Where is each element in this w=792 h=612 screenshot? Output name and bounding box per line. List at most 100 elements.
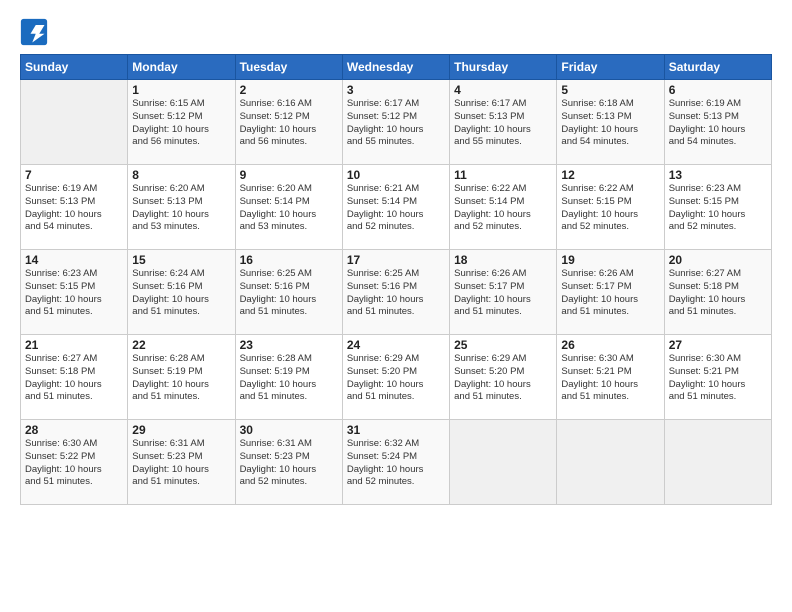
day-info: Sunrise: 6:20 AM Sunset: 5:14 PM Dayligh… bbox=[240, 183, 338, 234]
calendar-cell: 7Sunrise: 6:19 AM Sunset: 5:13 PM Daylig… bbox=[21, 165, 128, 250]
calendar-cell: 31Sunrise: 6:32 AM Sunset: 5:24 PM Dayli… bbox=[342, 420, 449, 505]
weekday-header-tuesday: Tuesday bbox=[235, 55, 342, 80]
weekday-header-saturday: Saturday bbox=[664, 55, 771, 80]
calendar-cell: 27Sunrise: 6:30 AM Sunset: 5:21 PM Dayli… bbox=[664, 335, 771, 420]
day-info: Sunrise: 6:30 AM Sunset: 5:22 PM Dayligh… bbox=[25, 438, 123, 489]
day-info: Sunrise: 6:16 AM Sunset: 5:12 PM Dayligh… bbox=[240, 98, 338, 149]
calendar-cell: 20Sunrise: 6:27 AM Sunset: 5:18 PM Dayli… bbox=[664, 250, 771, 335]
day-info: Sunrise: 6:25 AM Sunset: 5:16 PM Dayligh… bbox=[347, 268, 445, 319]
calendar-week-4: 21Sunrise: 6:27 AM Sunset: 5:18 PM Dayli… bbox=[21, 335, 772, 420]
day-info: Sunrise: 6:23 AM Sunset: 5:15 PM Dayligh… bbox=[25, 268, 123, 319]
calendar-cell: 17Sunrise: 6:25 AM Sunset: 5:16 PM Dayli… bbox=[342, 250, 449, 335]
day-number: 14 bbox=[25, 253, 123, 267]
calendar-cell: 28Sunrise: 6:30 AM Sunset: 5:22 PM Dayli… bbox=[21, 420, 128, 505]
calendar-cell bbox=[21, 80, 128, 165]
calendar-week-1: 1Sunrise: 6:15 AM Sunset: 5:12 PM Daylig… bbox=[21, 80, 772, 165]
calendar-cell: 6Sunrise: 6:19 AM Sunset: 5:13 PM Daylig… bbox=[664, 80, 771, 165]
weekday-header-sunday: Sunday bbox=[21, 55, 128, 80]
calendar-cell: 9Sunrise: 6:20 AM Sunset: 5:14 PM Daylig… bbox=[235, 165, 342, 250]
day-number: 17 bbox=[347, 253, 445, 267]
day-info: Sunrise: 6:19 AM Sunset: 5:13 PM Dayligh… bbox=[25, 183, 123, 234]
day-number: 8 bbox=[132, 168, 230, 182]
calendar-cell: 4Sunrise: 6:17 AM Sunset: 5:13 PM Daylig… bbox=[450, 80, 557, 165]
calendar-week-2: 7Sunrise: 6:19 AM Sunset: 5:13 PM Daylig… bbox=[21, 165, 772, 250]
calendar-table: SundayMondayTuesdayWednesdayThursdayFrid… bbox=[20, 54, 772, 505]
calendar-cell bbox=[557, 420, 664, 505]
logo-icon bbox=[20, 18, 48, 46]
day-number: 6 bbox=[669, 83, 767, 97]
calendar-cell: 19Sunrise: 6:26 AM Sunset: 5:17 PM Dayli… bbox=[557, 250, 664, 335]
day-number: 13 bbox=[669, 168, 767, 182]
calendar-cell: 15Sunrise: 6:24 AM Sunset: 5:16 PM Dayli… bbox=[128, 250, 235, 335]
calendar-cell: 21Sunrise: 6:27 AM Sunset: 5:18 PM Dayli… bbox=[21, 335, 128, 420]
day-number: 1 bbox=[132, 83, 230, 97]
day-number: 7 bbox=[25, 168, 123, 182]
day-number: 11 bbox=[454, 168, 552, 182]
weekday-header-wednesday: Wednesday bbox=[342, 55, 449, 80]
day-info: Sunrise: 6:25 AM Sunset: 5:16 PM Dayligh… bbox=[240, 268, 338, 319]
day-info: Sunrise: 6:22 AM Sunset: 5:14 PM Dayligh… bbox=[454, 183, 552, 234]
calendar-cell: 8Sunrise: 6:20 AM Sunset: 5:13 PM Daylig… bbox=[128, 165, 235, 250]
calendar-cell: 16Sunrise: 6:25 AM Sunset: 5:16 PM Dayli… bbox=[235, 250, 342, 335]
calendar-cell: 5Sunrise: 6:18 AM Sunset: 5:13 PM Daylig… bbox=[557, 80, 664, 165]
day-number: 23 bbox=[240, 338, 338, 352]
day-info: Sunrise: 6:19 AM Sunset: 5:13 PM Dayligh… bbox=[669, 98, 767, 149]
day-info: Sunrise: 6:30 AM Sunset: 5:21 PM Dayligh… bbox=[561, 353, 659, 404]
day-number: 2 bbox=[240, 83, 338, 97]
day-info: Sunrise: 6:26 AM Sunset: 5:17 PM Dayligh… bbox=[454, 268, 552, 319]
calendar-cell: 12Sunrise: 6:22 AM Sunset: 5:15 PM Dayli… bbox=[557, 165, 664, 250]
weekday-header-thursday: Thursday bbox=[450, 55, 557, 80]
calendar-cell: 13Sunrise: 6:23 AM Sunset: 5:15 PM Dayli… bbox=[664, 165, 771, 250]
day-info: Sunrise: 6:29 AM Sunset: 5:20 PM Dayligh… bbox=[454, 353, 552, 404]
day-info: Sunrise: 6:17 AM Sunset: 5:12 PM Dayligh… bbox=[347, 98, 445, 149]
day-number: 24 bbox=[347, 338, 445, 352]
day-number: 31 bbox=[347, 423, 445, 437]
calendar-cell: 23Sunrise: 6:28 AM Sunset: 5:19 PM Dayli… bbox=[235, 335, 342, 420]
calendar-week-5: 28Sunrise: 6:30 AM Sunset: 5:22 PM Dayli… bbox=[21, 420, 772, 505]
day-number: 27 bbox=[669, 338, 767, 352]
day-info: Sunrise: 6:17 AM Sunset: 5:13 PM Dayligh… bbox=[454, 98, 552, 149]
day-number: 15 bbox=[132, 253, 230, 267]
calendar-cell: 3Sunrise: 6:17 AM Sunset: 5:12 PM Daylig… bbox=[342, 80, 449, 165]
day-number: 22 bbox=[132, 338, 230, 352]
weekday-header-monday: Monday bbox=[128, 55, 235, 80]
calendar-cell: 26Sunrise: 6:30 AM Sunset: 5:21 PM Dayli… bbox=[557, 335, 664, 420]
weekday-header-friday: Friday bbox=[557, 55, 664, 80]
calendar-cell: 1Sunrise: 6:15 AM Sunset: 5:12 PM Daylig… bbox=[128, 80, 235, 165]
calendar-cell: 18Sunrise: 6:26 AM Sunset: 5:17 PM Dayli… bbox=[450, 250, 557, 335]
calendar-cell: 30Sunrise: 6:31 AM Sunset: 5:23 PM Dayli… bbox=[235, 420, 342, 505]
calendar-cell: 29Sunrise: 6:31 AM Sunset: 5:23 PM Dayli… bbox=[128, 420, 235, 505]
day-info: Sunrise: 6:28 AM Sunset: 5:19 PM Dayligh… bbox=[132, 353, 230, 404]
header bbox=[20, 18, 772, 46]
day-info: Sunrise: 6:27 AM Sunset: 5:18 PM Dayligh… bbox=[669, 268, 767, 319]
day-number: 28 bbox=[25, 423, 123, 437]
day-number: 19 bbox=[561, 253, 659, 267]
day-info: Sunrise: 6:22 AM Sunset: 5:15 PM Dayligh… bbox=[561, 183, 659, 234]
day-number: 20 bbox=[669, 253, 767, 267]
day-info: Sunrise: 6:28 AM Sunset: 5:19 PM Dayligh… bbox=[240, 353, 338, 404]
calendar-cell: 2Sunrise: 6:16 AM Sunset: 5:12 PM Daylig… bbox=[235, 80, 342, 165]
day-number: 29 bbox=[132, 423, 230, 437]
weekday-header-row: SundayMondayTuesdayWednesdayThursdayFrid… bbox=[21, 55, 772, 80]
calendar-cell: 24Sunrise: 6:29 AM Sunset: 5:20 PM Dayli… bbox=[342, 335, 449, 420]
calendar-cell bbox=[664, 420, 771, 505]
day-number: 5 bbox=[561, 83, 659, 97]
calendar-cell bbox=[450, 420, 557, 505]
day-info: Sunrise: 6:23 AM Sunset: 5:15 PM Dayligh… bbox=[669, 183, 767, 234]
day-info: Sunrise: 6:31 AM Sunset: 5:23 PM Dayligh… bbox=[240, 438, 338, 489]
day-number: 9 bbox=[240, 168, 338, 182]
calendar-cell: 14Sunrise: 6:23 AM Sunset: 5:15 PM Dayli… bbox=[21, 250, 128, 335]
day-number: 30 bbox=[240, 423, 338, 437]
day-info: Sunrise: 6:24 AM Sunset: 5:16 PM Dayligh… bbox=[132, 268, 230, 319]
day-number: 3 bbox=[347, 83, 445, 97]
day-number: 26 bbox=[561, 338, 659, 352]
calendar-cell: 25Sunrise: 6:29 AM Sunset: 5:20 PM Dayli… bbox=[450, 335, 557, 420]
calendar-cell: 11Sunrise: 6:22 AM Sunset: 5:14 PM Dayli… bbox=[450, 165, 557, 250]
calendar-cell: 22Sunrise: 6:28 AM Sunset: 5:19 PM Dayli… bbox=[128, 335, 235, 420]
day-number: 16 bbox=[240, 253, 338, 267]
day-number: 10 bbox=[347, 168, 445, 182]
day-info: Sunrise: 6:31 AM Sunset: 5:23 PM Dayligh… bbox=[132, 438, 230, 489]
calendar-week-3: 14Sunrise: 6:23 AM Sunset: 5:15 PM Dayli… bbox=[21, 250, 772, 335]
day-number: 21 bbox=[25, 338, 123, 352]
logo bbox=[20, 18, 50, 46]
